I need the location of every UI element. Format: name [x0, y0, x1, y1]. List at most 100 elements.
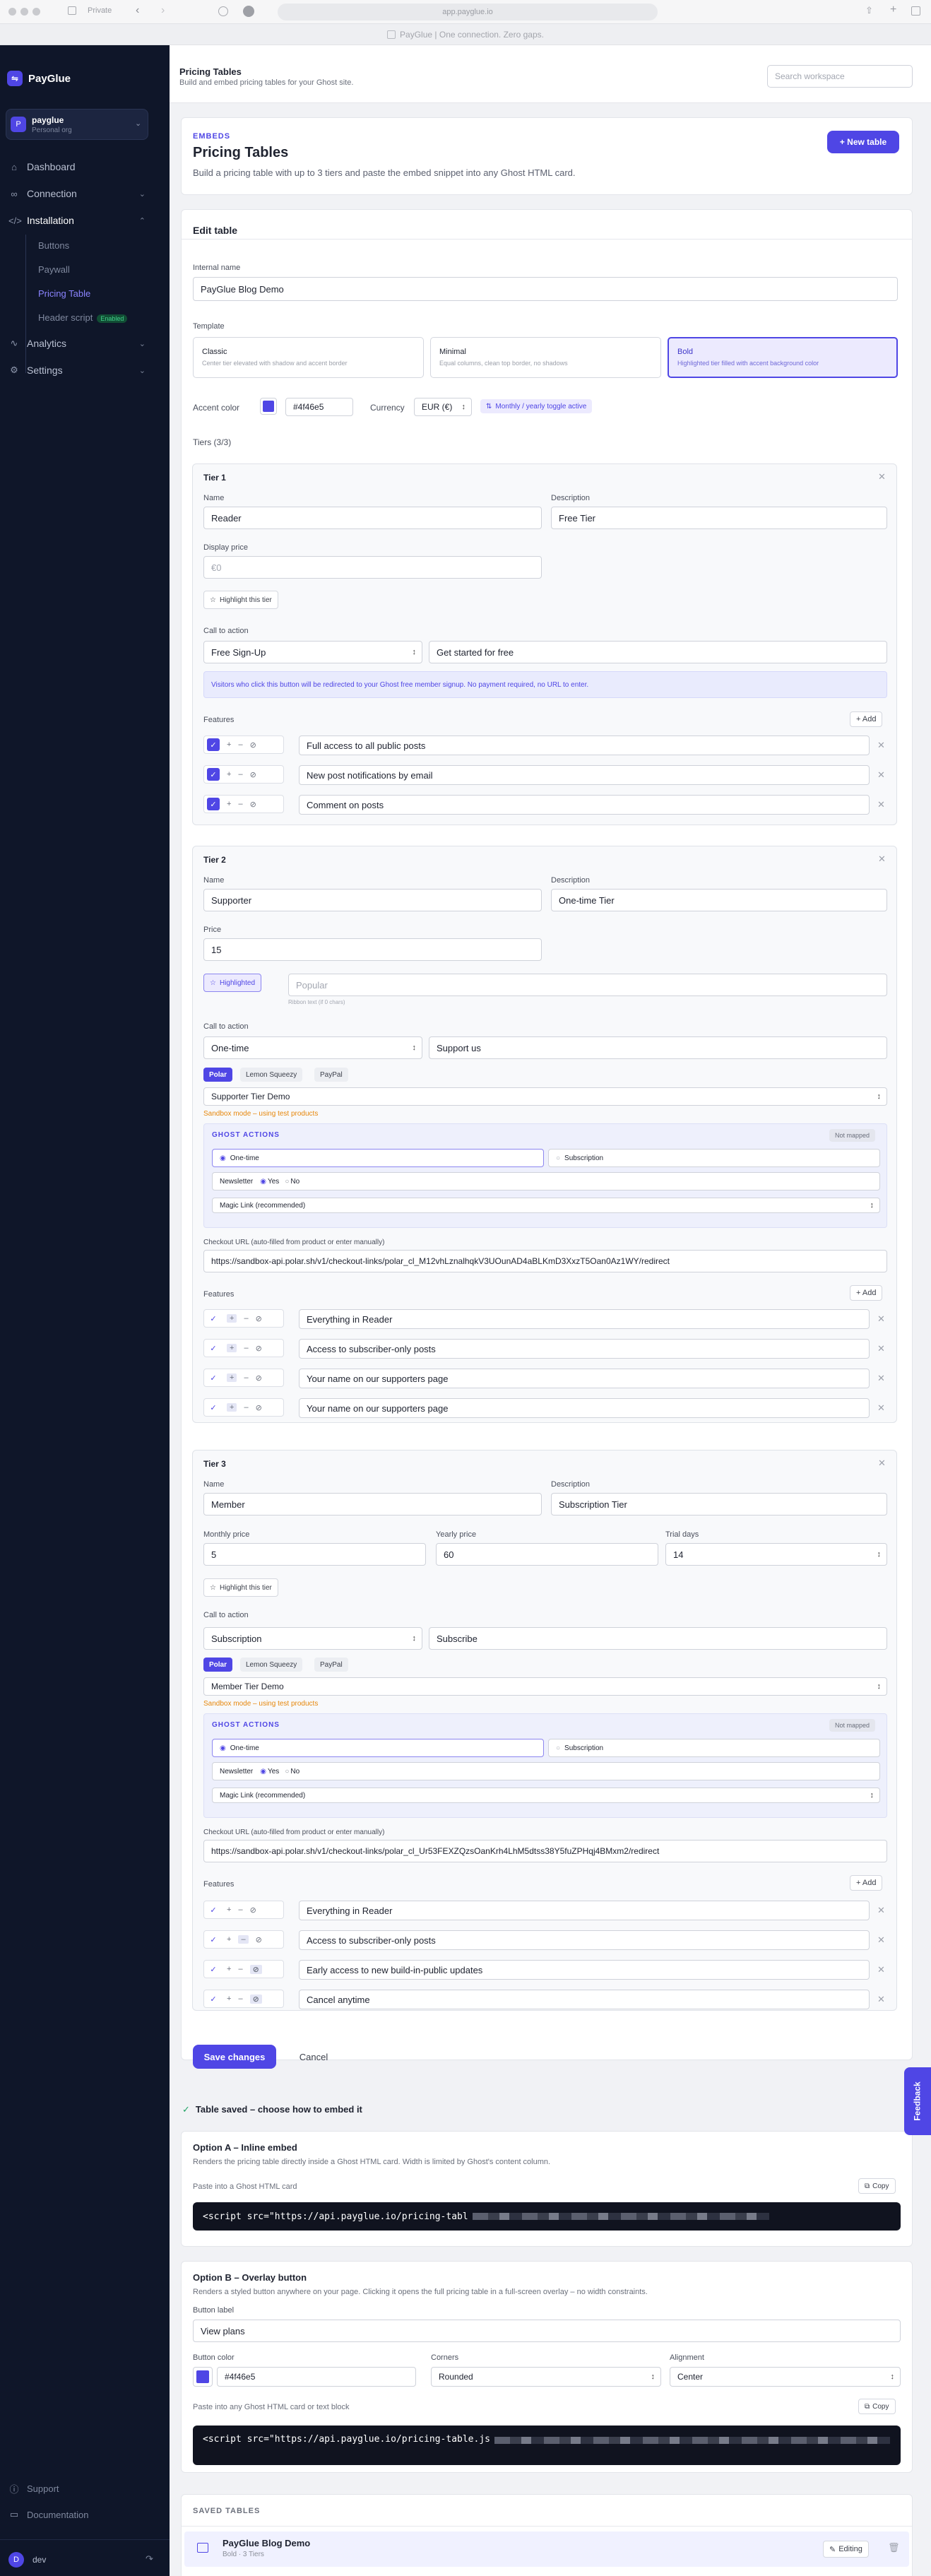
tier-name-input[interactable]: Member [203, 1493, 542, 1516]
provider-tab-lemon-squeezy[interactable]: Lemon Squeezy [240, 1658, 303, 1672]
monthly-price-input[interactable]: 5 [203, 1543, 426, 1566]
minus-icon[interactable]: – [238, 770, 242, 779]
minus-icon[interactable]: – [244, 1373, 248, 1382]
check-icon[interactable]: ✓ [207, 738, 220, 751]
plus-icon[interactable]: + [227, 1403, 237, 1412]
tabs-overview-icon[interactable] [911, 6, 920, 16]
sidebar-toggle-icon[interactable] [68, 6, 76, 15]
forward-icon[interactable]: › [161, 4, 165, 17]
highlight-tier-button[interactable]: ☆ Highlight this tier [203, 591, 278, 609]
share-icon[interactable]: ⇧ [865, 5, 873, 16]
add-feature-button[interactable]: + Add [850, 1875, 883, 1891]
close-icon[interactable]: ✕ [877, 1994, 885, 2005]
check-icon[interactable]: ✓ [207, 1995, 220, 2004]
close-icon[interactable]: ✕ [877, 1964, 885, 1975]
nav-installation[interactable]: </> Installation ⌃ [0, 210, 170, 231]
check-icon[interactable]: ✓ [207, 1403, 220, 1412]
tier-description-input[interactable]: One-time Tier [551, 889, 887, 911]
copy-button[interactable]: ⧉ Copy [858, 2399, 896, 2414]
check-icon[interactable]: ✓ [207, 1373, 220, 1383]
link-icon[interactable]: ⊘ [250, 770, 256, 779]
check-icon[interactable]: ✓ [207, 1344, 220, 1353]
template-bold[interactable]: Bold Highlighted tier filled with accent… [668, 337, 898, 378]
user-name[interactable]: dev [32, 2555, 46, 2565]
feature-input[interactable]: Early access to new build-in-public upda… [299, 1960, 870, 1980]
accent-color-swatch[interactable] [260, 398, 277, 415]
close-icon[interactable]: ✕ [878, 853, 886, 865]
checkout-url-input[interactable]: https://sandbox-api.polar.sh/v1/checkout… [203, 1840, 887, 1862]
feature-input[interactable]: Cancel anytime [299, 1990, 870, 2009]
button-label-input[interactable]: View plans [193, 2320, 901, 2342]
nav-buttons[interactable]: Buttons [38, 240, 69, 251]
radio-selected-icon[interactable]: ◉ [260, 1178, 266, 1186]
highlight-tier-button[interactable]: ☆ Highlight this tier [203, 1578, 278, 1597]
feedback-tab[interactable]: Feedback [904, 2067, 931, 2135]
provider-tab-lemon-squeezy[interactable]: Lemon Squeezy [240, 1068, 303, 1082]
save-changes-button[interactable]: Save changes [193, 2045, 276, 2069]
nav-dashboard[interactable]: ⌂ Dashboard [0, 156, 170, 177]
subscription-option[interactable]: ○ Subscription [548, 1739, 880, 1757]
plus-icon[interactable]: + [227, 1344, 237, 1352]
cta-text-input[interactable]: Support us [429, 1036, 887, 1059]
close-icon[interactable]: ✕ [877, 1905, 885, 1916]
button-color-input[interactable]: #4f46e5 [217, 2367, 416, 2387]
product-select[interactable]: Member Tier Demo [203, 1677, 887, 1696]
minus-icon[interactable]: – [244, 1314, 248, 1323]
radio-icon[interactable]: ○ [285, 1178, 289, 1186]
corners-select[interactable]: Rounded [431, 2367, 661, 2387]
button-color-swatch[interactable] [193, 2367, 213, 2387]
minus-icon[interactable]: – [238, 1995, 242, 2003]
minus-icon[interactable]: – [244, 1344, 248, 1352]
overlay-embed-code[interactable]: <script src="https://api.payglue.io/pric… [193, 2426, 901, 2465]
link-icon[interactable]: ⊘ [249, 1994, 262, 2004]
plus-icon[interactable]: + [227, 1935, 231, 1944]
close-icon[interactable]: ✕ [877, 1343, 885, 1354]
workspace-switcher[interactable]: P payglue Personal org ⌄ [6, 109, 148, 140]
accent-color-input[interactable]: #4f46e5 [285, 398, 353, 416]
nav-documentation[interactable]: ▭ Documentation [0, 2504, 170, 2525]
feature-input[interactable]: Everything in Reader [299, 1309, 870, 1329]
link-icon[interactable]: ⊘ [256, 1373, 262, 1383]
plus-icon[interactable]: + [227, 1314, 237, 1323]
link-icon[interactable]: ⊘ [256, 1403, 262, 1412]
tier-name-input[interactable]: Reader [203, 507, 542, 529]
check-icon[interactable]: ✓ [207, 768, 220, 781]
nav-support[interactable]: ⓘ Support [0, 2478, 170, 2499]
ribbon-text-input[interactable]: Popular [288, 974, 887, 996]
checkout-url-input[interactable]: https://sandbox-api.polar.sh/v1/checkout… [203, 1250, 887, 1272]
trial-days-input[interactable]: 14 [665, 1543, 887, 1566]
feature-controls[interactable]: ✓ + – ⊘ [203, 1369, 284, 1387]
template-minimal[interactable]: Minimal Equal columns, clean top border,… [430, 337, 661, 378]
link-icon[interactable]: ⊘ [250, 800, 256, 809]
newsletter-yes[interactable]: Yes [268, 1178, 279, 1186]
feature-input[interactable]: New post notifications by email [299, 765, 870, 785]
plus-icon[interactable]: + [227, 800, 231, 808]
cta-type-select[interactable]: One-time [203, 1036, 422, 1059]
cancel-button[interactable]: Cancel [289, 2045, 338, 2069]
tier-description-input[interactable]: Subscription Tier [551, 1493, 887, 1516]
provider-tab-polar[interactable]: Polar [203, 1068, 233, 1082]
radio-selected-icon[interactable]: ◉ [260, 1768, 266, 1776]
back-icon[interactable]: ‹ [136, 4, 139, 17]
feature-input[interactable]: Comment on posts [299, 795, 870, 815]
tier-description-input[interactable]: Free Tier [551, 507, 887, 529]
close-icon[interactable]: ✕ [877, 769, 885, 781]
minus-icon[interactable]: – [238, 1965, 242, 1973]
nav-analytics[interactable]: ∿ Analytics ⌄ [0, 333, 170, 354]
feature-input[interactable]: Full access to all public posts [299, 735, 870, 755]
cta-type-select[interactable]: Free Sign-Up [203, 641, 422, 663]
product-select[interactable]: Supporter Tier Demo [203, 1087, 887, 1106]
new-table-button[interactable]: + New table [827, 131, 899, 153]
feature-input[interactable]: Access to subscriber-only posts [299, 1339, 870, 1359]
extension-icon[interactable] [243, 6, 254, 17]
subscription-option[interactable]: ○ Subscription [548, 1149, 880, 1167]
minus-icon[interactable]: – [244, 1403, 248, 1412]
editing-button[interactable]: ✎ Editing [823, 2541, 869, 2558]
feature-controls[interactable]: ✓ + – ⊘ [203, 1339, 284, 1357]
check-icon[interactable]: ✓ [207, 798, 220, 810]
feature-controls[interactable]: ✓ + – ⊘ [203, 1398, 284, 1417]
template-classic[interactable]: Classic Center tier elevated with shadow… [193, 337, 424, 378]
magic-link-select[interactable]: Magic Link (recommended) [212, 1788, 880, 1803]
link-icon[interactable]: ⊘ [256, 1935, 262, 1944]
cta-text-input[interactable]: Get started for free [429, 641, 887, 663]
